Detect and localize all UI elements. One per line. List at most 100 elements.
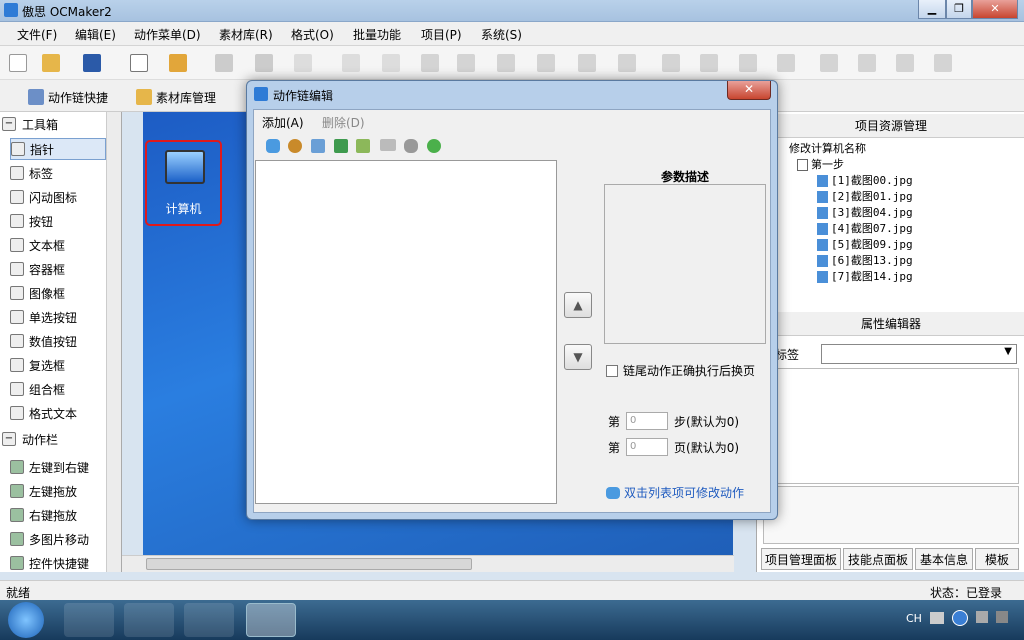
options-icon[interactable] [976,611,988,623]
distribute-v-icon[interactable] [820,54,838,72]
action-list[interactable] [255,160,557,504]
run-icon[interactable] [427,139,441,153]
tool-item[interactable]: 单选按钮 [10,306,106,328]
tool-item[interactable]: 按钮 [10,210,106,232]
help-icon[interactable] [952,610,968,626]
tool-item[interactable]: 标签 [10,162,106,184]
start-button[interactable] [8,602,44,638]
window-icon[interactable] [356,139,370,153]
space-h-increase-icon[interactable] [739,54,757,72]
tool-item[interactable]: 格式文本 [10,402,106,424]
action-chain-button[interactable]: 动作链快捷 [28,87,108,107]
scroll-thumb[interactable] [146,558,472,570]
desktop-computer-icon[interactable]: 计算机 [145,140,222,226]
distribute-h-icon[interactable] [662,54,680,72]
minimize-button[interactable]: ▁ [918,0,946,19]
space-h-decrease-icon[interactable] [777,54,795,72]
tab-skills[interactable]: 技能点面板 [843,548,913,570]
menu-action[interactable]: 动作菜单(D) [134,26,201,43]
property-grid[interactable] [763,368,1019,484]
space-v-increase-icon[interactable] [896,54,914,72]
tree-file[interactable]: [4]截图07.jpg [817,220,913,236]
wizard-icon[interactable] [169,54,187,72]
align-top-icon[interactable] [537,54,555,72]
page-turn-checkbox[interactable]: 链尾动作正确执行后换页 [606,362,755,379]
action-item[interactable]: 左键到右键 [10,456,106,478]
new-icon[interactable] [9,54,27,72]
mouse-icon[interactable] [404,139,418,153]
lang-indicator[interactable]: CH [906,612,922,625]
space-v-icon[interactable] [858,54,876,72]
space-h-icon[interactable] [700,54,718,72]
tag-select[interactable]: ▼ [821,344,1017,364]
tree-file[interactable]: [2]截图01.jpg [817,188,913,204]
action-item[interactable]: 控件快捷键 [10,552,106,574]
preview-icon[interactable] [130,54,148,72]
tree-file[interactable]: [3]截图04.jpg [817,204,913,220]
tool-item[interactable]: 复选框 [10,354,106,376]
copy-icon[interactable] [215,54,233,72]
align-left-icon[interactable] [421,54,439,72]
undo-icon[interactable] [342,54,360,72]
move-down-button[interactable]: ▼ [564,344,592,370]
open-icon[interactable] [42,54,60,72]
close-button[interactable]: ✕ [972,0,1018,19]
menu-format[interactable]: 格式(O) [291,26,334,43]
align-right-icon[interactable] [497,54,515,72]
move-up-button[interactable]: ▲ [564,292,592,318]
tree-step[interactable]: 第一步 [797,156,844,172]
tab-basic-info[interactable]: 基本信息 [915,548,973,570]
dialog-close-button[interactable]: ✕ [727,81,771,100]
tool-item[interactable]: 图像框 [10,282,106,304]
toolbox-section-tools[interactable]: − 工具箱 [2,114,106,134]
tree-file[interactable]: [5]截图09.jpg [817,236,913,252]
explorer-icon[interactable] [124,603,174,637]
keyboard-icon[interactable] [380,139,396,151]
tab-template[interactable]: 模板 [975,548,1019,570]
save-icon[interactable] [83,54,101,72]
tree-file[interactable]: [1]截图00.jpg [817,172,913,188]
tree-file[interactable]: [7]截图14.jpg [817,268,913,284]
tool-item[interactable]: 组合框 [10,378,106,400]
add-action-icon[interactable] [334,139,348,153]
asset-manager-button[interactable]: 素材库管理 [136,87,216,107]
menu-assets[interactable]: 素材库(R) [219,26,273,43]
menu-project[interactable]: 项目(P) [421,26,462,43]
step-spinner[interactable]: 0 [626,412,669,430]
ocmaker-task-icon[interactable] [246,603,296,637]
edit-icon[interactable] [311,139,325,153]
menu-add[interactable]: 添加(A) [262,114,304,131]
tool-item[interactable]: 指针 [10,138,106,160]
delete-icon[interactable] [294,54,312,72]
tree-root[interactable]: 修改计算机名称 [789,140,866,156]
action-item[interactable]: 左键拖放 [10,480,106,502]
menu-file[interactable]: 文件(F) [17,26,57,43]
space-v-decrease-icon[interactable] [934,54,952,72]
message-icon[interactable] [266,139,280,153]
toolbox-scrollbar[interactable] [106,112,121,572]
menu-delete[interactable]: 删除(D) [322,114,365,131]
tool-item[interactable]: 文本框 [10,234,106,256]
paste-icon[interactable] [255,54,273,72]
toolbox-section-actions[interactable]: − 动作栏 [2,429,106,449]
eye-icon[interactable] [288,139,302,153]
align-middle-icon[interactable] [578,54,596,72]
align-bottom-icon[interactable] [618,54,636,72]
ie-icon[interactable] [64,603,114,637]
action-item[interactable]: 右键拖放 [10,504,106,526]
tab-project[interactable]: 项目管理面板 [761,548,841,570]
align-center-icon[interactable] [457,54,475,72]
tool-item[interactable]: 容器框 [10,258,106,280]
tree-file[interactable]: [6]截图13.jpg [817,252,913,268]
menu-edit[interactable]: 编辑(E) [75,26,116,43]
menu-system[interactable]: 系统(S) [481,26,522,43]
restore-button[interactable]: ❐ [946,0,972,19]
tool-item[interactable]: 闪动图标 [10,186,106,208]
canvas-horizontal-scrollbar[interactable] [122,555,734,572]
tool-item[interactable]: 数值按钮 [10,330,106,352]
checkbox-box[interactable] [606,364,618,377]
action-item[interactable]: 多图片移动 [10,528,106,550]
page-spinner[interactable]: 0 [626,438,669,456]
menu-batch[interactable]: 批量功能 [353,26,401,43]
keyboard-icon[interactable] [930,612,944,624]
